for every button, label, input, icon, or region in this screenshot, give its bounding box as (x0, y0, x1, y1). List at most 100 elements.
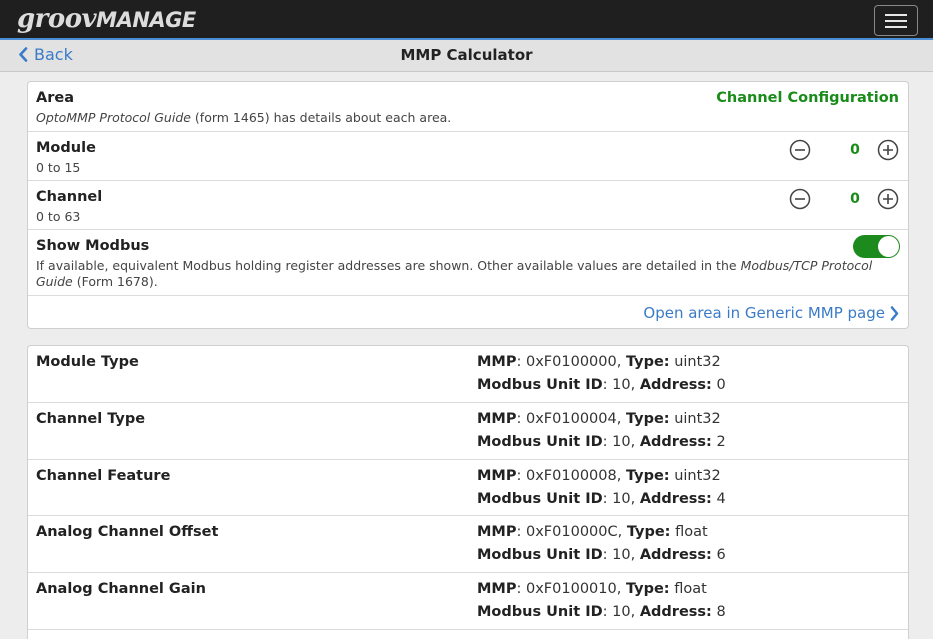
config-panel: Area OptoMMP Protocol Guide (form 1465) … (27, 81, 909, 329)
type-label: Type: (625, 411, 670, 427)
mmp-label: MMP (477, 581, 517, 597)
register-name: Analog Channel Gain (36, 581, 206, 597)
mmp-address: 0xF0100000 (526, 354, 617, 370)
page-title: MMP Calculator (400, 46, 533, 64)
register-row: Channel Feature MMP: 0xF0100008, Type: ui… (28, 460, 908, 516)
mmp-address: 0xF0100010 (526, 581, 617, 597)
register-list-panel: Module Type MMP: 0xF0100000, Type: uint32… (27, 345, 909, 639)
unit-id-label: Modbus Unit ID (477, 434, 603, 450)
logo-text-manage: MANAGE (96, 8, 196, 32)
chevron-right-icon (890, 305, 899, 321)
register-mmp-line: MMP: 0xF0100000, Type: uint32 (477, 354, 721, 370)
module-label: Module (36, 140, 96, 156)
type-label: Type: (626, 524, 671, 540)
register-row: Module Type MMP: 0xF0100000, Type: uint32… (28, 346, 908, 403)
unit-id-value: 10 (612, 491, 631, 507)
type-label: Type: (625, 468, 670, 484)
module-value: 0 (850, 142, 860, 158)
unit-id-value: 10 (612, 434, 631, 450)
data-type: float (675, 524, 708, 540)
open-link-label: Open area in Generic MMP page (643, 304, 885, 322)
modbus-address: 0 (716, 377, 726, 393)
module-decrement-icon[interactable] (789, 139, 811, 161)
show-modbus-description: If available, equivalent Modbus holding … (36, 258, 881, 290)
show-modbus-label: Show Modbus (36, 238, 150, 254)
mmp-label: MMP (477, 411, 517, 427)
mmp-address: 0xF0100004 (526, 411, 617, 427)
unit-id-label: Modbus Unit ID (477, 377, 603, 393)
open-generic-mmp-link[interactable]: Open area in Generic MMP page (643, 304, 899, 322)
unit-id-value: 10 (612, 604, 631, 620)
area-row[interactable]: Area OptoMMP Protocol Guide (form 1465) … (28, 82, 908, 132)
address-label: Address: (639, 604, 712, 620)
modbus-address: 8 (716, 604, 726, 620)
modbus-address: 4 (716, 491, 726, 507)
register-modbus-line: Modbus Unit ID: 10, Address: 2 (477, 434, 726, 450)
menu-icon-bar (885, 26, 907, 28)
toggle-knob (878, 236, 899, 257)
mmp-address: 0xF010000C (526, 524, 618, 540)
unit-id-label: Modbus Unit ID (477, 491, 603, 507)
register-mmp-line: MMP: 0xF0100010, Type: float (477, 581, 707, 597)
type-label: Type: (625, 581, 670, 597)
show-modbus-toggle[interactable] (853, 235, 900, 258)
data-type: uint32 (674, 354, 721, 370)
channel-row: Channel 0 to 63 0 (28, 181, 908, 230)
data-type: float (674, 581, 707, 597)
data-type: uint32 (674, 468, 721, 484)
show-modbus-row: Show Modbus If available, equivalent Mod… (28, 230, 908, 296)
modbus-address: 6 (716, 547, 726, 563)
menu-icon-bar (885, 14, 907, 16)
register-modbus-line: Modbus Unit ID: 10, Address: 4 (477, 491, 726, 507)
register-modbus-line: Modbus Unit ID: 10, Address: 0 (477, 377, 726, 393)
top-bar: groovMANAGE (0, 0, 933, 38)
register-row: Analog Channel Gain MMP: 0xF0100010, Type… (28, 573, 908, 630)
channel-increment-icon[interactable] (877, 188, 899, 210)
address-label: Address: (639, 434, 712, 450)
mmp-label: MMP (477, 524, 517, 540)
register-name: Analog Channel Offset (36, 524, 219, 540)
modbus-address: 2 (716, 434, 726, 450)
area-description-text: (form 1465) has details about each area. (190, 110, 452, 125)
register-modbus-line: Modbus Unit ID: 10, Address: 6 (477, 547, 726, 563)
address-label: Address: (639, 377, 712, 393)
register-modbus-line: Modbus Unit ID: 10, Address: 8 (477, 604, 726, 620)
area-label: Area (36, 90, 74, 106)
module-row: Module 0 to 15 0 (28, 132, 908, 181)
register-name: Module Type (36, 354, 139, 370)
modbus-desc-text: If available, equivalent Modbus holding … (36, 258, 741, 273)
mmp-label: MMP (477, 354, 517, 370)
area-select-value[interactable]: Channel Configuration (716, 90, 899, 106)
register-name: Channel Feature (36, 468, 171, 484)
unit-id-value: 10 (612, 377, 631, 393)
modbus-desc-form: (Form 1678). (72, 274, 158, 289)
register-mmp-line: MMP: 0xF010000C, Type: float (477, 524, 708, 540)
module-range: 0 to 15 (36, 160, 81, 175)
type-label: Type: (625, 354, 670, 370)
channel-label: Channel (36, 189, 103, 205)
mmp-label: MMP (477, 468, 517, 484)
unit-id-label: Modbus Unit ID (477, 604, 603, 620)
channel-decrement-icon[interactable] (789, 188, 811, 210)
address-label: Address: (639, 491, 712, 507)
hamburger-menu-button[interactable] (874, 5, 918, 36)
groov-manage-logo: groovMANAGE (17, 5, 196, 33)
menu-icon-bar (885, 20, 907, 22)
channel-value: 0 (850, 191, 860, 207)
register-mmp-line: MMP: 0xF0100004, Type: uint32 (477, 411, 721, 427)
mmp-address: 0xF0100008 (526, 468, 617, 484)
address-label: Address: (639, 547, 712, 563)
module-increment-icon[interactable] (877, 139, 899, 161)
nav-bar: Back MMP Calculator (0, 38, 933, 72)
unit-id-label: Modbus Unit ID (477, 547, 603, 563)
area-description: OptoMMP Protocol Guide (form 1465) has d… (36, 110, 451, 126)
register-name: Channel Type (36, 411, 146, 427)
open-link-row: Open area in Generic MMP page (28, 296, 908, 328)
register-row: Channel Type MMP: 0xF0100004, Type: uint3… (28, 403, 908, 460)
logo-text-groov: groov (17, 4, 97, 34)
unit-id-value: 10 (612, 547, 631, 563)
register-row: Analog Channel Offset MMP: 0xF010000C, Ty… (28, 516, 908, 573)
channel-range: 0 to 63 (36, 209, 81, 224)
protocol-guide-title: OptoMMP Protocol Guide (36, 110, 191, 125)
register-mmp-line: MMP: 0xF0100008, Type: uint32 (477, 468, 721, 484)
